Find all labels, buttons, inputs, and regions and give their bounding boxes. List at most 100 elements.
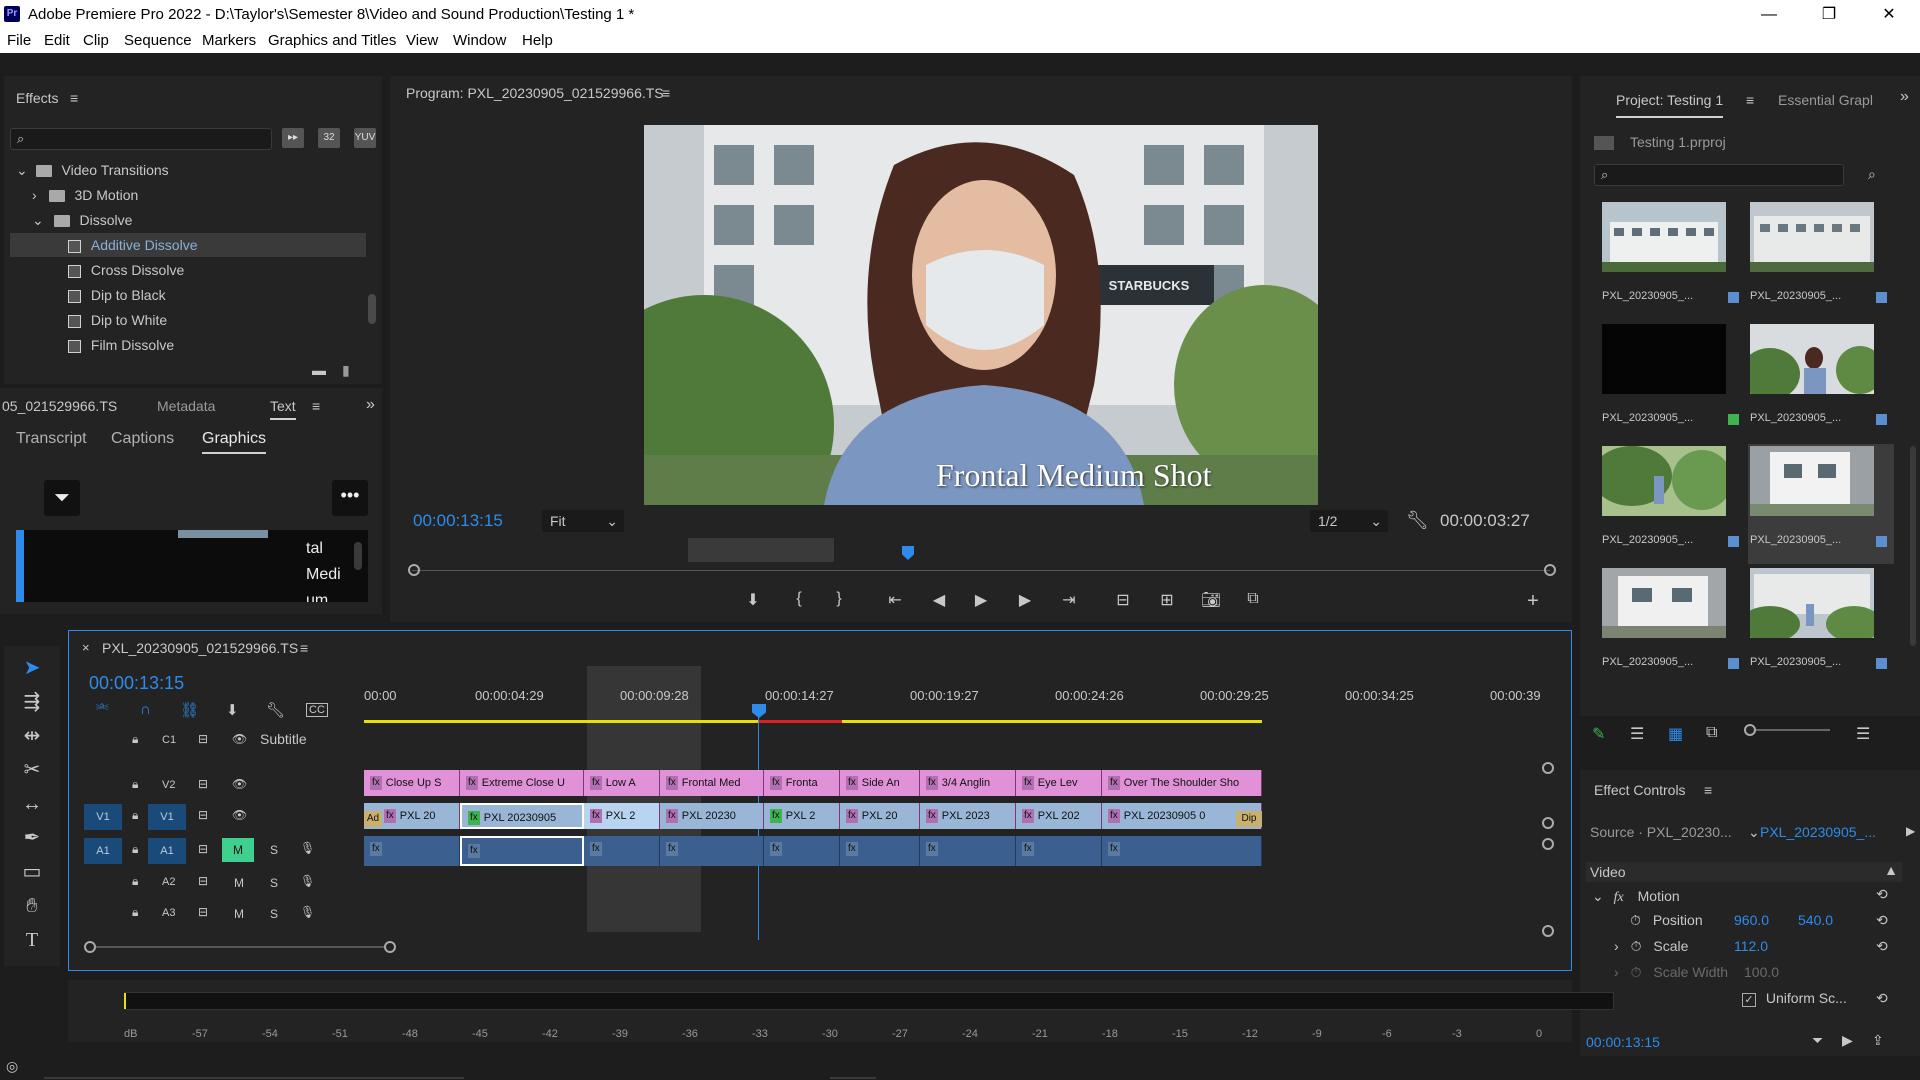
menu-clip[interactable]: Clip: [83, 32, 109, 49]
tree-item-film-dissolve[interactable]: Film Dissolve: [68, 333, 174, 357]
add-marker-icon[interactable]: ⬇: [226, 701, 239, 719]
subtab-graphics[interactable]: Graphics: [202, 430, 267, 454]
trash-icon[interactable]: ▮: [342, 362, 350, 379]
accelerated-effects-icon[interactable]: ▸▸: [282, 128, 304, 148]
track-v1-label[interactable]: V1: [148, 804, 186, 830]
go-to-out-icon[interactable]: ⇥: [1054, 590, 1084, 610]
clip-v2[interactable]: fx Frontal Med: [660, 770, 764, 796]
stopwatch-icon[interactable]: ⏱: [1630, 912, 1641, 928]
transition-dip-to-black[interactable]: Dip: [1236, 811, 1262, 827]
wrench-icon[interactable]: 🔧︎: [1406, 510, 1429, 531]
vscroll-handle[interactable]: [1542, 838, 1554, 850]
play-icon[interactable]: ▶︎: [1906, 824, 1915, 838]
32bit-effects-icon[interactable]: 32: [318, 128, 340, 148]
snap-icon[interactable]: ∩: [140, 701, 151, 718]
motion-row[interactable]: ⌄ fx Motion: [1592, 888, 1680, 906]
timeline-horizontal-scrollbar[interactable]: [84, 941, 1544, 953]
panel-menu-icon[interactable]: ≡: [1746, 92, 1754, 108]
transition-additive-dissolve[interactable]: Ad: [364, 811, 382, 827]
project-scrollbar[interactable]: [1910, 446, 1916, 646]
more-panels-icon[interactable]: »: [1900, 88, 1909, 106]
panel-menu-icon[interactable]: ≡: [312, 398, 320, 414]
clip-a1[interactable]: fx: [764, 836, 840, 866]
type-tool-icon[interactable]: T: [18, 926, 46, 954]
clip-a1[interactable]: fx: [660, 836, 764, 866]
clip-v2[interactable]: fx Extreme Close U: [460, 770, 584, 796]
button-editor-plus-icon[interactable]: +: [1518, 590, 1548, 613]
tab-text[interactable]: Text: [270, 398, 296, 420]
toggle-sync-icon[interactable]: ⊟: [198, 777, 208, 791]
project-item-selected[interactable]: PXL_20230905_...: [1748, 444, 1894, 564]
clip-a1[interactable]: fx: [840, 836, 920, 866]
project-item[interactable]: PXL_20230905_...: [1600, 444, 1746, 564]
zoom-slider[interactable]: [1744, 724, 1830, 736]
eye-icon[interactable]: 👁︎: [232, 777, 247, 791]
tree-item-cross-dissolve[interactable]: Cross Dissolve: [68, 258, 184, 282]
toggle-sync-icon[interactable]: ⊟: [198, 874, 208, 888]
reset-icon[interactable]: ⟲: [1876, 886, 1888, 903]
scroll-end-handle[interactable]: [384, 941, 396, 953]
tree-item-dip-to-white[interactable]: Dip to White: [68, 308, 167, 332]
clip-a1[interactable]: fx: [920, 836, 1016, 866]
pencil-icon[interactable]: ✎: [1592, 724, 1605, 744]
project-item[interactable]: PXL_20230905_...: [1748, 200, 1894, 320]
filter-icon[interactable]: ⏷: [1812, 1032, 1823, 1049]
rectangle-tool-icon[interactable]: ▭: [18, 858, 46, 886]
restore-button[interactable]: ❐: [1806, 2, 1852, 27]
tree-item-video-transitions[interactable]: ⌄ Video Transitions: [16, 158, 169, 182]
stopwatch-icon[interactable]: ⏱: [1631, 964, 1642, 980]
clip-v1-selected[interactable]: fx PXL 20230905: [460, 803, 584, 829]
mark-in-icon[interactable]: {: [784, 590, 814, 608]
add-marker-icon[interactable]: ⬇: [738, 590, 768, 610]
timeline-settings-icon[interactable]: 🔧︎: [266, 701, 285, 719]
find-icon[interactable]: ⌕: [1868, 166, 1876, 183]
clip-a1[interactable]: fx: [364, 836, 460, 866]
clip-v1[interactable]: fx PXL 20230: [660, 803, 764, 829]
step-forward-icon[interactable]: ▶︎: [1010, 590, 1040, 610]
checkbox-checked-icon[interactable]: ✓: [1742, 993, 1756, 1007]
tab-project[interactable]: Project: Testing 1: [1616, 92, 1724, 118]
clip-a1-selected[interactable]: fx: [460, 836, 584, 866]
scroll-thumb[interactable]: [96, 946, 384, 948]
clip-v2[interactable]: fx Eye Lev: [1016, 770, 1102, 796]
layer-scrollbar[interactable]: [354, 542, 362, 570]
project-search-input[interactable]: ⌕: [1594, 164, 1844, 186]
go-to-in-icon[interactable]: ⇤: [880, 590, 910, 610]
panel-menu-icon[interactable]: ≡: [1704, 782, 1712, 798]
toggle-sync-icon[interactable]: ⊟: [198, 905, 208, 919]
program-scrub-bar[interactable]: [408, 538, 1556, 576]
resolution-dropdown[interactable]: 1/2 ⌄: [1310, 510, 1388, 532]
clip-v1[interactable]: fx PXL 20: [840, 803, 920, 829]
stopwatch-icon[interactable]: ⏱: [1631, 938, 1642, 954]
close-button[interactable]: ✕: [1866, 2, 1912, 27]
tree-item-dissolve[interactable]: ⌄ Dissolve: [32, 208, 132, 232]
tab-essential-graphics[interactable]: Essential Grapl: [1778, 92, 1873, 108]
sort-icon[interactable]: ☰: [1856, 724, 1870, 744]
project-item[interactable]: PXL_20230905_...: [1600, 566, 1746, 686]
solo-a3-button[interactable]: S: [270, 907, 278, 921]
export-frame-icon[interactable]: 📷︎: [1196, 590, 1226, 610]
razor-tool-icon[interactable]: ✂: [18, 756, 46, 784]
clip-v2[interactable]: fx 3/4 Anglin: [920, 770, 1016, 796]
graphics-layer-item[interactable]: tal Medi um: [16, 530, 368, 602]
extract-icon[interactable]: ⊞: [1152, 590, 1182, 610]
effect-controls-timecode[interactable]: 00:00:13:15: [1586, 1034, 1660, 1050]
minimize-button[interactable]: —: [1746, 2, 1792, 27]
position-y-value[interactable]: 540.0: [1798, 912, 1833, 928]
menu-sequence[interactable]: Sequence: [124, 32, 192, 49]
source-a1-patch[interactable]: A1: [84, 838, 122, 864]
tree-item-additive-dissolve[interactable]: Additive Dissolve: [10, 233, 366, 257]
vscroll-handle[interactable]: [1542, 817, 1554, 829]
tab-source-clip[interactable]: 05_021529966.TS: [2, 398, 117, 414]
project-item[interactable]: PXL_20230905_...: [1600, 200, 1746, 320]
program-video-frame[interactable]: STARBUCKS Frontal Medium Shot: [644, 125, 1318, 505]
yuv-effects-icon[interactable]: YUV: [354, 128, 376, 148]
clip-a1[interactable]: fx: [1016, 836, 1102, 866]
mute-a3-button[interactable]: M: [234, 907, 244, 921]
clip-a1[interactable]: fx: [584, 836, 660, 866]
clip-v2[interactable]: fx Low A: [584, 770, 660, 796]
slip-tool-icon[interactable]: ↔: [18, 790, 46, 818]
toggle-sync-icon[interactable]: ⊟: [198, 732, 208, 746]
menu-view[interactable]: View: [406, 32, 438, 49]
filter-icon[interactable]: ⏷: [44, 480, 80, 516]
